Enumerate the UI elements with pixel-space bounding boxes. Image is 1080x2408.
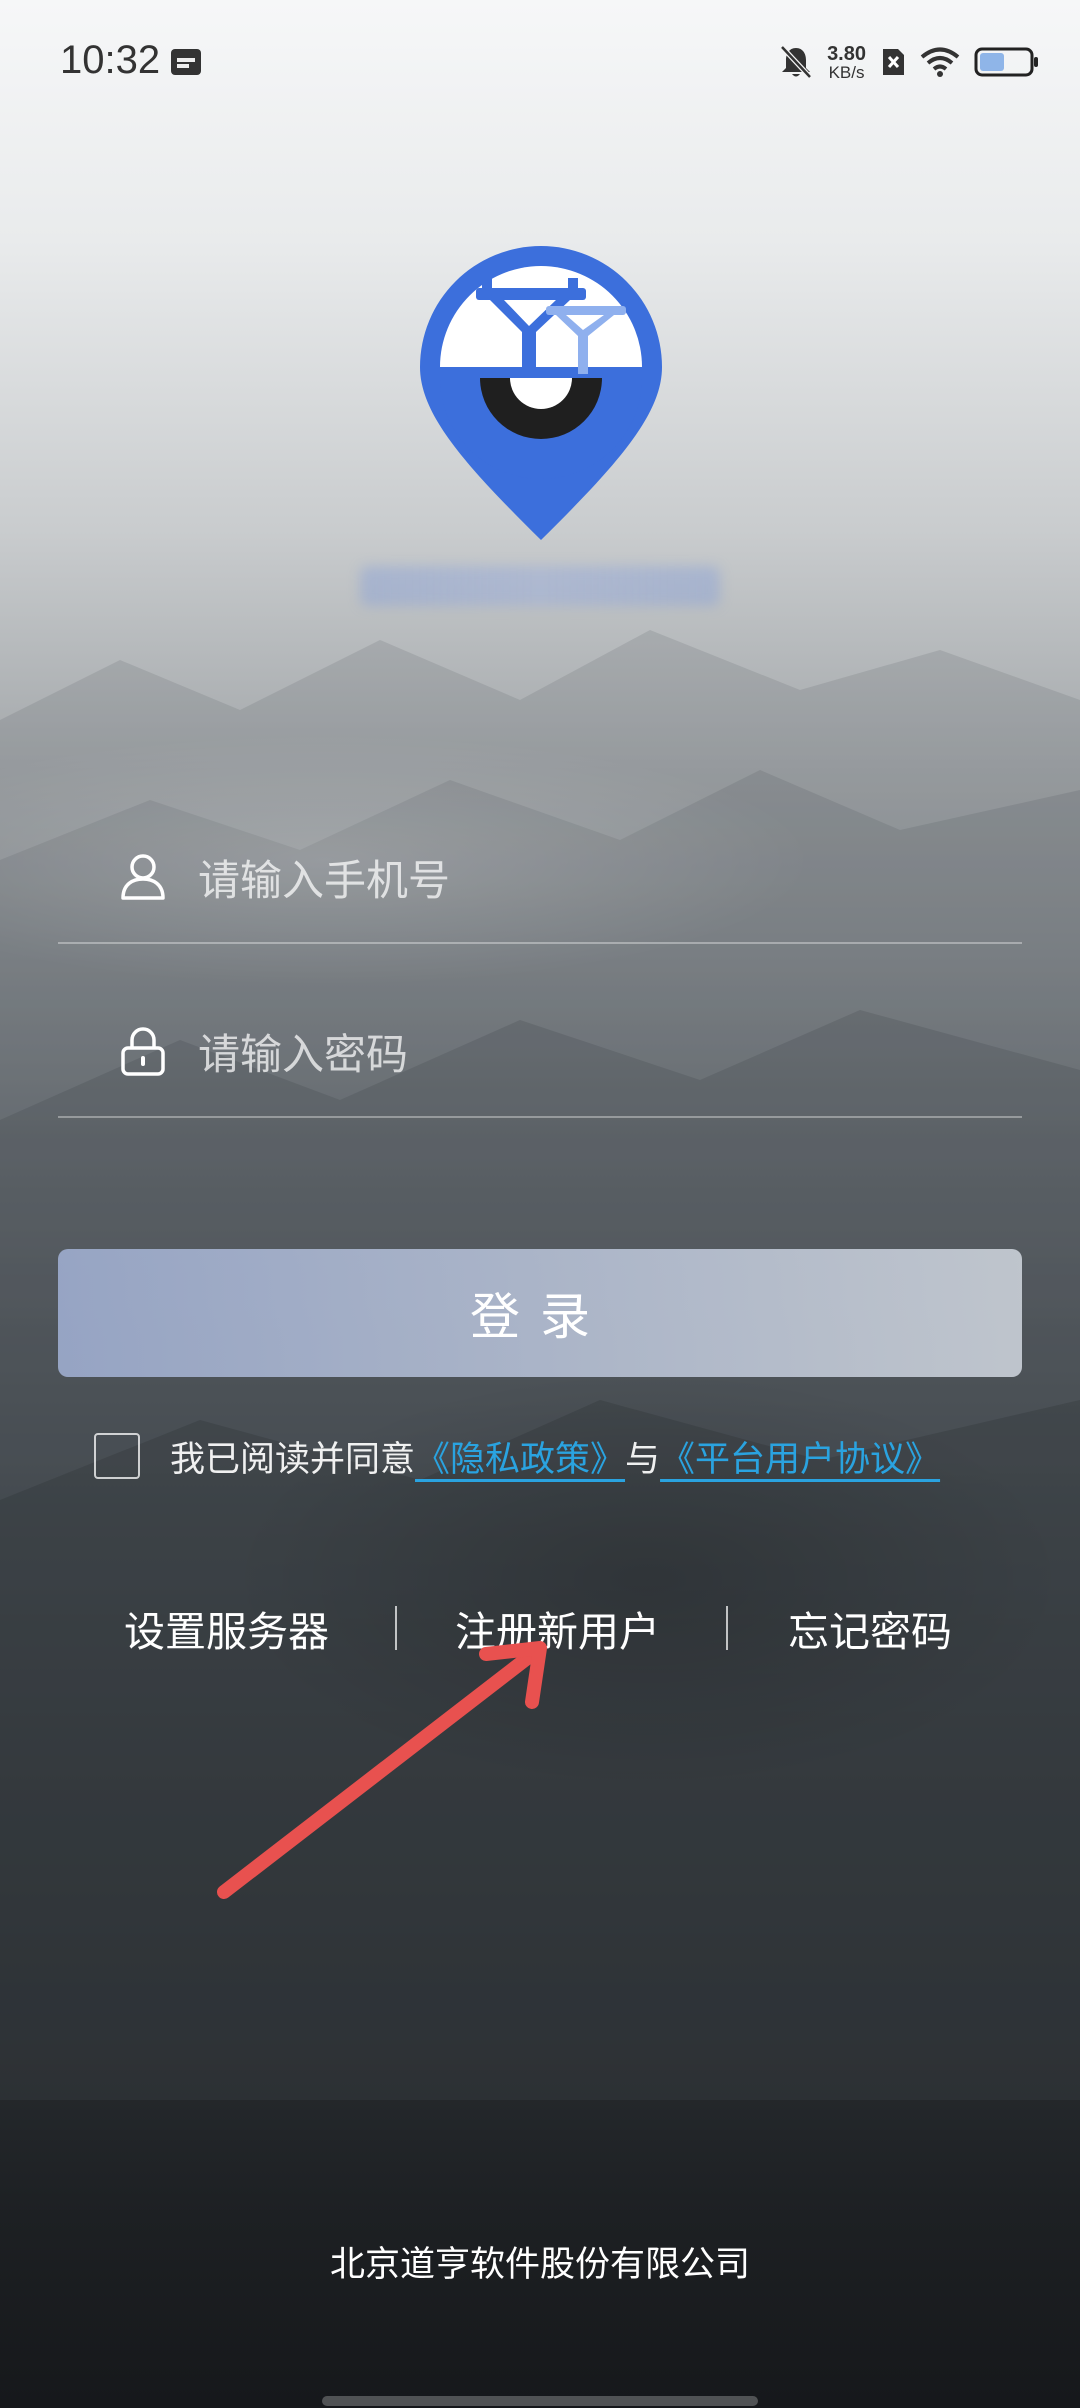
login-button[interactable]: 登录 <box>58 1249 1022 1377</box>
wifi-icon <box>920 47 960 77</box>
password-input[interactable] <box>198 1014 978 1094</box>
bell-muted-icon <box>780 45 812 79</box>
app-name-blurred <box>360 566 720 606</box>
agreement-row: 我已阅读并同意 《隐私政策》 与 《平台用户协议》 <box>94 1428 940 1484</box>
phone-field <box>58 824 1022 944</box>
company-name: 北京道亨软件股份有限公司 <box>329 2245 750 2285</box>
user-agreement-link[interactable]: 《平台用户协议》 <box>660 1431 940 1482</box>
status-icons: 3.80 KB/s <box>779 40 1040 84</box>
password-field <box>58 998 1022 1118</box>
annotation-arrow <box>217 1641 547 1899</box>
status-bar: 10:32 3.80 KB/s <box>0 0 1080 125</box>
lock-icon <box>121 1027 165 1076</box>
agreement-prefix: 我已阅读并同意 <box>170 1439 416 1480</box>
net-speed-unit: KB/s <box>828 62 865 82</box>
agreement-checkbox[interactable] <box>94 1433 140 1479</box>
privacy-policy-link[interactable]: 《隐私政策》 <box>415 1431 625 1482</box>
status-time: 10:32 <box>60 38 161 82</box>
sim-x-icon <box>883 49 904 75</box>
forgot-password-link[interactable]: 忘记密码 <box>788 1598 952 1658</box>
net-speed: 3.80 KB/s <box>827 44 866 81</box>
home-indicator[interactable] <box>322 2396 758 2406</box>
phone-input[interactable] <box>198 840 978 920</box>
net-speed-value: 3.80 <box>827 42 866 65</box>
agreement-conjunction: 与 <box>625 1439 661 1480</box>
user-icon <box>121 854 165 900</box>
calendar-icon <box>171 49 201 75</box>
link-divider <box>726 1606 728 1650</box>
app-logo <box>420 246 662 541</box>
battery-icon <box>974 47 1038 77</box>
